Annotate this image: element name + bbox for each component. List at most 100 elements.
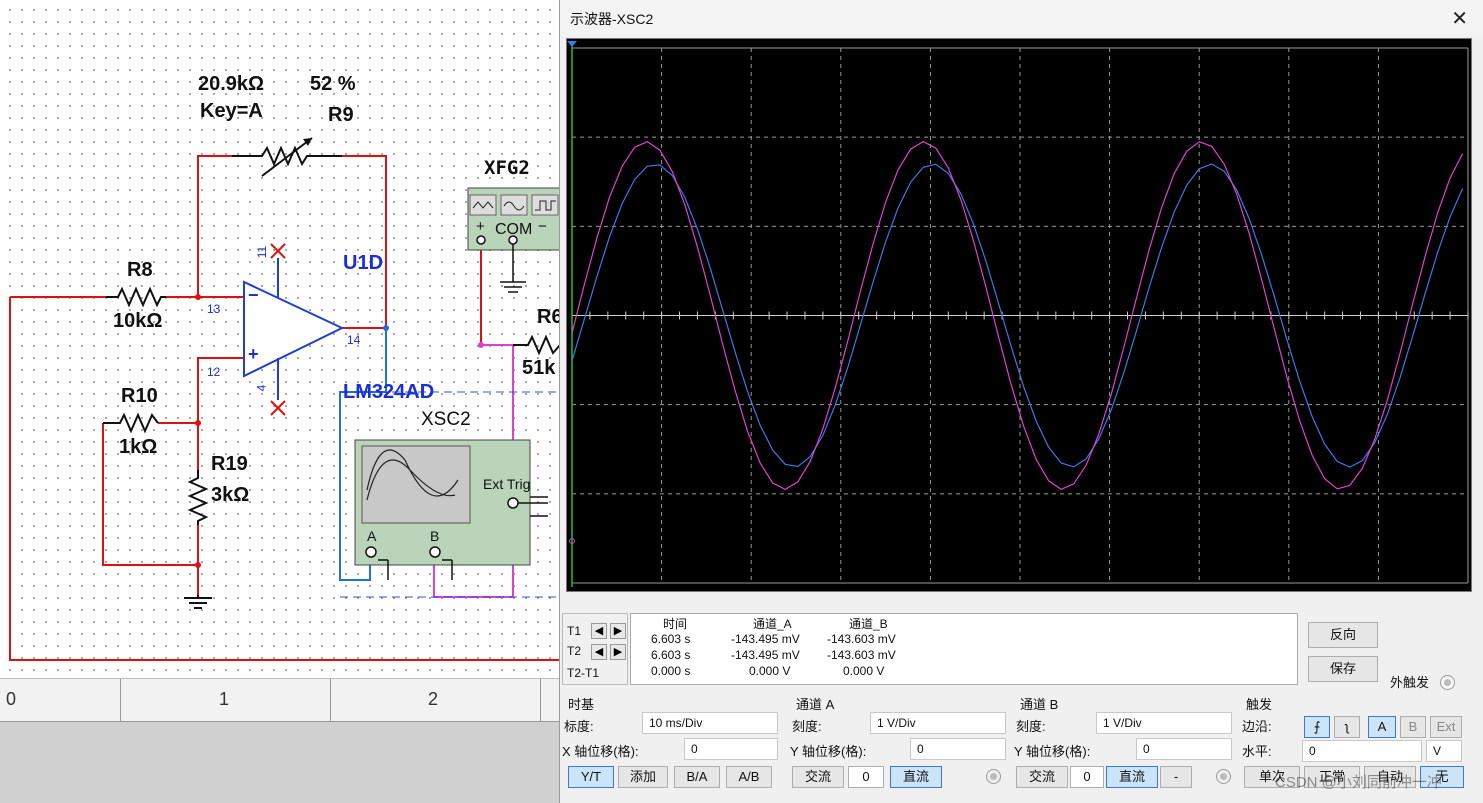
ch-b-label: B: [430, 528, 440, 544]
trigger-level-unit[interactable]: V: [1426, 740, 1462, 762]
trigger-level-label: 水平:: [1242, 744, 1272, 759]
scope-screen[interactable]: [566, 38, 1472, 592]
t2-right-arrow-icon[interactable]: ▶: [610, 644, 626, 660]
cursor-controls: T1 ◀ ▶ T2 ◀ ▶ T2-T1: [562, 613, 628, 685]
t2t1-a: 0.000 V: [749, 664, 791, 678]
channel-b-terminal-icon[interactable]: [1216, 769, 1231, 784]
t1-time: 6.603 s: [651, 632, 691, 646]
sheet-ruler: 0 1 2: [0, 678, 560, 723]
yt-button[interactable]: Y/T: [568, 766, 614, 788]
waveform-plot[interactable]: [567, 39, 1473, 593]
col-channel-b: 通道_B: [849, 617, 888, 631]
timebase-scale-label: 标度:: [564, 719, 594, 734]
channel-a-terminal-icon[interactable]: [986, 769, 1001, 784]
fg-minus: −: [538, 218, 547, 235]
r8-value: 10kΩ: [113, 310, 163, 332]
ext-trigger-terminal-icon[interactable]: [1440, 675, 1455, 690]
ext-trigger-label: 外触发: [1390, 675, 1430, 690]
channel-a-zero-button[interactable]: 0: [848, 766, 884, 788]
r9-value: 20.9kΩ: [198, 73, 265, 95]
fg-name: XFG2: [484, 157, 530, 179]
channel-b-zero-button[interactable]: 0: [1070, 766, 1104, 788]
channel-b-scale-field[interactable]: 1 V/Div: [1096, 712, 1232, 734]
fg-plus: +: [476, 218, 485, 235]
pin-13: 13: [207, 302, 221, 316]
ba-button[interactable]: B/A: [674, 766, 720, 788]
channel-b-title: 通道 B: [1020, 697, 1059, 712]
pin-4: 4: [254, 384, 269, 392]
channel-a-ypos-label: Y 轴位移(格):: [790, 744, 867, 759]
trigger-source-b[interactable]: B: [1400, 716, 1426, 738]
opamp-minus: −: [248, 285, 259, 305]
trigger-source-ext[interactable]: Ext: [1430, 716, 1462, 738]
r10-name: R10: [121, 385, 158, 407]
channel-a-ac-button[interactable]: 交流: [792, 766, 844, 788]
trigger-title: 触发: [1246, 697, 1273, 712]
trigger-level-field[interactable]: 0: [1302, 740, 1422, 762]
x-position-label: X 轴位移(格):: [562, 744, 639, 759]
channel-a-scale-field[interactable]: 1 V/Div: [870, 712, 1006, 734]
falling-edge-icon[interactable]: ʅ: [1334, 716, 1360, 738]
ruler-label-1: 1: [219, 689, 230, 709]
channel-a-title: 通道 A: [796, 697, 835, 712]
oscilloscope-window[interactable]: 示波器-XSC2 ✕ T1 ◀ ▶ T2 ◀ ▶ T2-T1 时间 通道_A 通…: [559, 0, 1483, 803]
fg-com: COM: [495, 221, 533, 238]
cursor-marker-icon[interactable]: [567, 41, 577, 47]
ch-a-label: A: [367, 528, 377, 544]
title-bar[interactable]: 示波器-XSC2 ✕: [560, 0, 1483, 36]
r19-name: R19: [211, 453, 248, 475]
t1-label: T1: [567, 624, 582, 638]
timebase-title: 时基: [568, 697, 595, 712]
channel-b-minus-button[interactable]: -: [1160, 766, 1192, 788]
pin-11: 11: [255, 245, 270, 259]
r9-name: R9: [328, 104, 354, 126]
close-icon[interactable]: ✕: [1451, 6, 1468, 30]
opamp-model: LM324AD: [343, 381, 435, 403]
t1-right-arrow-icon[interactable]: ▶: [610, 623, 626, 639]
readout-table: 时间 通道_A 通道_B 6.603 s -143.495 mV -143.60…: [630, 613, 1298, 685]
rising-edge-icon[interactable]: ⨍: [1304, 716, 1330, 738]
channel-b-ypos-field[interactable]: 0: [1136, 738, 1232, 760]
r10-value: 1kΩ: [119, 436, 158, 458]
add-button[interactable]: 添加: [618, 766, 668, 788]
t2-a: -143.495 mV: [731, 648, 800, 662]
ext-trig-label: Ext Trig: [483, 476, 531, 492]
channel-b-ypos-label: Y 轴位移(格):: [1014, 744, 1091, 759]
col-channel-a: 通道_A: [753, 617, 792, 631]
watermark: CSDN @小刘同前冲一冲: [1275, 774, 1442, 791]
t2-left-arrow-icon[interactable]: ◀: [591, 644, 607, 660]
r8-name: R8: [127, 259, 153, 281]
reverse-button[interactable]: 反向: [1308, 622, 1378, 648]
r19-value: 3kΩ: [211, 484, 250, 506]
ab-button[interactable]: A/B: [726, 766, 772, 788]
opamp-plus: +: [248, 344, 259, 364]
t1-a: -143.495 mV: [731, 632, 800, 646]
t1-left-arrow-icon[interactable]: ◀: [591, 623, 607, 639]
t2-b: -143.603 mV: [827, 648, 896, 662]
pin-12: 12: [207, 365, 221, 379]
grid: [571, 47, 1469, 584]
x-position-field[interactable]: 0: [684, 738, 778, 760]
t2t1-label: T2-T1: [567, 666, 600, 680]
trigger-edge-label: 边沿:: [1242, 719, 1272, 734]
channel-b-dc-button[interactable]: 直流: [1106, 766, 1158, 788]
window-title: 示波器-XSC2: [570, 11, 654, 27]
t2t1-b: 0.000 V: [843, 664, 885, 678]
workspace-background: [0, 722, 560, 803]
timebase-scale-field[interactable]: 10 ms/Div: [642, 712, 778, 734]
circuit-wires: [9, 137, 560, 661]
channel-a-ypos-field[interactable]: 0: [910, 738, 1006, 760]
channel-b-ac-button[interactable]: 交流: [1016, 766, 1068, 788]
opamp-name: U1D: [343, 252, 384, 274]
trigger-source-a[interactable]: A: [1368, 716, 1396, 738]
ruler-label-2: 2: [428, 689, 439, 709]
channel-b-scale-label: 刻度:: [1016, 719, 1046, 734]
col-time: 时间: [663, 617, 688, 631]
save-button[interactable]: 保存: [1308, 656, 1378, 682]
r9-key: Key=A: [200, 100, 263, 122]
t2-label: T2: [567, 644, 582, 658]
channel-a-scale-label: 刻度:: [792, 719, 822, 734]
ruler-label-0: 0: [6, 689, 17, 709]
t2-time: 6.603 s: [651, 648, 691, 662]
channel-a-dc-button[interactable]: 直流: [890, 766, 942, 788]
